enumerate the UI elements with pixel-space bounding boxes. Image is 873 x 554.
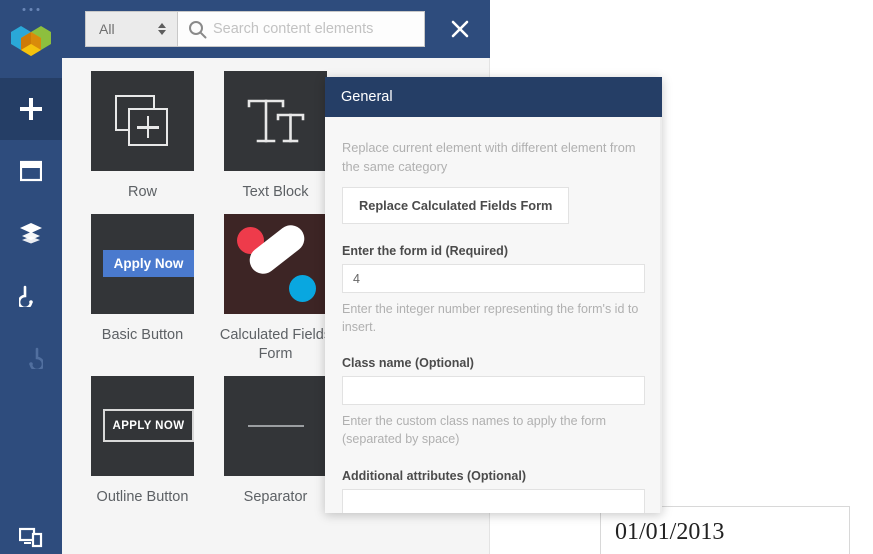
additional-attributes-field-group: Additional attributes (Optional) Enter t… [342,469,645,513]
search-field-wrapper[interactable] [177,11,425,47]
class-name-description: Enter the custom class names to apply th… [342,414,607,447]
element-tile-row[interactable]: Row [76,71,209,214]
plus-icon [20,98,42,120]
additional-attributes-input[interactable] [342,488,645,513]
element-tile-basic-button[interactable]: Apply Now Basic Button [76,213,209,376]
element-tile-text-block[interactable]: Text Block [209,71,342,214]
element-thumb: Apply Now [91,213,194,314]
calculated-fields-form-icon [224,213,327,314]
general-panel-title: General [325,77,662,117]
additional-attributes-label: Additional attributes (Optional) [342,468,527,483]
element-tile-outline-button[interactable]: APPLY NOW Outline Button [76,375,209,519]
sidebar-item-layers[interactable] [0,202,62,264]
drag-handle-dots[interactable] [22,8,40,11]
separator-icon [247,424,304,427]
text-block-icon [247,99,304,143]
sidebar-item-responsive[interactable] [0,506,62,554]
sidebar-item-redo[interactable] [0,326,62,388]
close-icon [451,20,469,38]
last-menstrual-date-field[interactable]: 01/01/2013 [600,506,850,554]
app-logo [0,0,62,78]
sidebar-item-templates[interactable] [0,140,62,202]
redo-icon [29,347,43,369]
element-tile-separator[interactable]: Separator [209,375,342,519]
element-tile-calculated-fields-form[interactable]: Calculated Fields Form [209,213,342,376]
element-label: Outline Button [96,488,189,505]
category-filter-value: All [99,21,115,37]
element-thumb [224,375,327,476]
sidebar-item-add-element[interactable] [0,78,62,140]
element-thumb [224,71,327,171]
elements-panel-header: All [62,0,490,58]
class-name-label: Class name (Optional) [342,356,474,371]
form-id-input[interactable] [342,264,645,294]
element-thumb: APPLY NOW [91,375,194,476]
search-input[interactable] [213,21,424,37]
form-id-label: Enter the form id (Required) [342,244,508,259]
close-panel-button[interactable] [443,12,477,46]
undo-icon [19,285,33,307]
editor-sidebar [0,0,62,554]
editor-window: Pregnancy Calculator The form below calc… [0,0,873,554]
class-name-input[interactable] [342,376,645,406]
replace-element-button[interactable]: Replace Calculated Fields Form [342,187,570,225]
element-label: Row [127,184,157,200]
layers-icon [20,223,42,244]
form-id-description: Enter the integer number representing th… [342,302,639,335]
search-icon [189,20,207,38]
element-label: Basic Button [101,326,184,343]
select-stepper-icon [158,23,166,35]
basic-button-icon: Apply Now [103,250,194,278]
class-name-field-group: Class name (Optional) Enter the custom c… [342,356,645,448]
devices-icon [19,527,43,548]
outline-button-icon: APPLY NOW [103,409,194,443]
category-filter-select[interactable]: All [85,11,177,47]
layout-icon [20,160,42,182]
general-settings-panel: General Replace current element with dif… [325,77,662,513]
cube-logo-icon [11,26,51,56]
element-label: Separator [243,488,308,505]
form-id-field-group: Enter the form id (Required) Enter the i… [342,244,645,336]
sidebar-item-undo[interactable] [0,264,62,326]
replace-element-hint: Replace current element with different e… [342,140,636,174]
element-thumb [91,71,194,171]
element-label: Text Block [242,184,309,200]
element-label: Calculated Fields Form [219,326,332,362]
panel-scrollbar[interactable] [660,117,662,513]
row-icon [114,95,171,147]
